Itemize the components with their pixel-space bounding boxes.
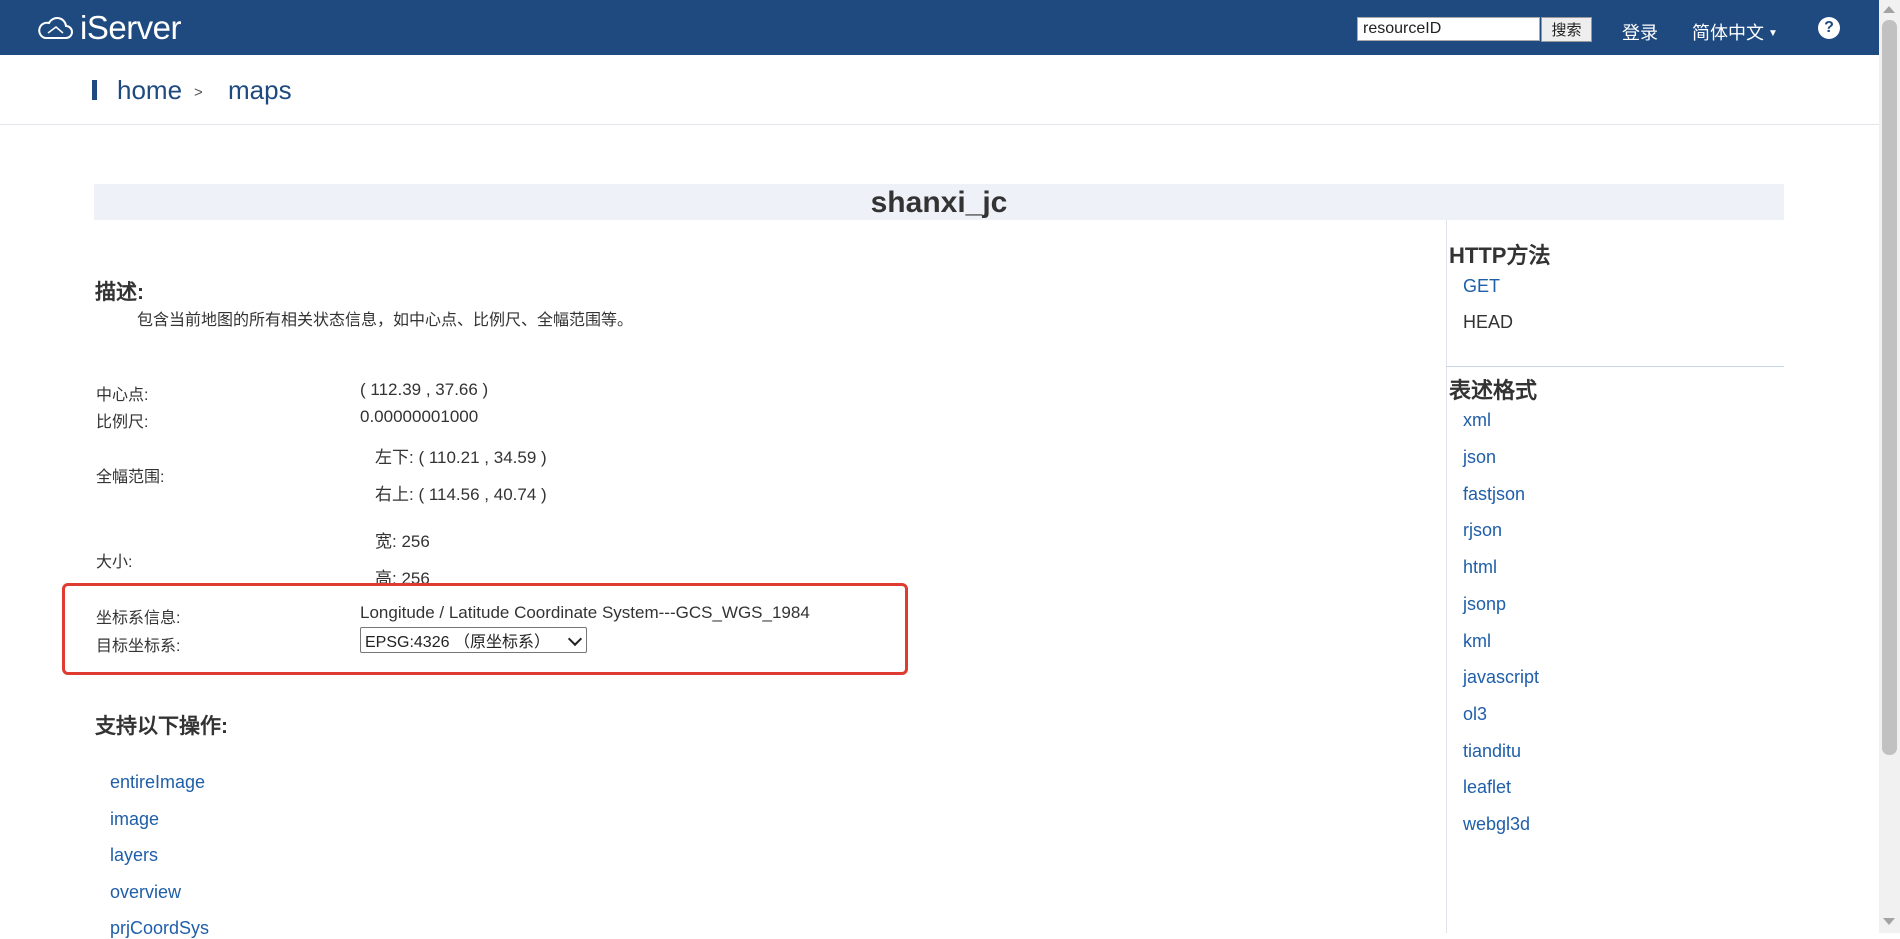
format-link-kml[interactable]: kml xyxy=(1463,631,1491,652)
center-label: 中心点: xyxy=(96,387,149,404)
format-link-javascript[interactable]: javascript xyxy=(1463,667,1539,688)
format-link-json[interactable]: json xyxy=(1463,447,1496,468)
formats-heading: 表述格式 xyxy=(1449,378,1538,403)
description-heading: 描述: xyxy=(95,281,144,304)
sidebar-divider xyxy=(1446,220,1447,933)
language-label: 简体中文 xyxy=(1692,23,1764,43)
http-methods-heading: HTTP方法 xyxy=(1449,243,1551,268)
bounds-upper-right: 右上: ( 114.56 , 40.74 ) xyxy=(375,485,547,504)
http-method-head: HEAD xyxy=(1463,312,1514,332)
breadcrumb-maps-link[interactable]: maps xyxy=(228,75,292,106)
operation-link-overview[interactable]: overview xyxy=(110,882,181,903)
scroll-up-arrow-icon[interactable] xyxy=(1883,6,1895,13)
description-text: 包含当前地图的所有相关状态信息，如中心点、比例尺、全幅范围等。 xyxy=(137,312,634,329)
help-icon[interactable]: ? xyxy=(1818,17,1840,39)
operation-link-entireimage[interactable]: entireImage xyxy=(110,772,205,793)
format-link-html[interactable]: html xyxy=(1463,557,1497,578)
operation-link-image[interactable]: image xyxy=(110,809,159,830)
caret-down-icon: ▼ xyxy=(1768,28,1778,39)
logo-text: iServer xyxy=(80,9,182,46)
format-link-leaflet[interactable]: leaflet xyxy=(1463,777,1511,798)
operations-heading: 支持以下操作: xyxy=(95,715,228,738)
search-input[interactable] xyxy=(1357,17,1540,41)
scale-value: 0.00000001000 xyxy=(360,407,479,426)
login-link[interactable]: 登录 xyxy=(1622,19,1658,45)
bounds-label: 全幅范围: xyxy=(96,469,165,486)
format-link-jsonp[interactable]: jsonp xyxy=(1463,594,1506,615)
format-link-fastjson[interactable]: fastjson xyxy=(1463,484,1525,505)
http-method-get-link[interactable]: GET xyxy=(1463,276,1500,297)
breadcrumb-marker xyxy=(92,80,97,100)
top-navigation-bar xyxy=(0,0,1879,55)
size-label: 大小: xyxy=(96,554,133,571)
breadcrumb-home-link[interactable]: home xyxy=(117,75,182,106)
bounds-lower-left: 左下: ( 110.21 , 34.59 ) xyxy=(375,448,547,467)
cloud-icon xyxy=(38,17,73,39)
scroll-down-arrow-icon[interactable] xyxy=(1883,918,1895,925)
operation-link-prjcoordsys[interactable]: prjCoordSys xyxy=(110,918,209,939)
format-link-rjson[interactable]: rjson xyxy=(1463,520,1502,541)
operation-link-layers[interactable]: layers xyxy=(110,845,158,866)
format-link-ol3[interactable]: ol3 xyxy=(1463,704,1487,725)
size-width: 宽: 256 xyxy=(375,532,430,551)
breadcrumb-separator: > xyxy=(194,84,203,101)
format-link-xml[interactable]: xml xyxy=(1463,410,1491,431)
format-link-tianditu[interactable]: tianditu xyxy=(1463,741,1521,762)
page-title: shanxi_jc xyxy=(870,186,1008,219)
scrollbar-thumb[interactable] xyxy=(1882,20,1897,755)
language-dropdown[interactable]: 简体中文 ▼ xyxy=(1692,19,1778,45)
center-value: ( 112.39 , 37.66 ) xyxy=(360,380,489,399)
iserver-logo[interactable]: iServer xyxy=(36,8,182,48)
sidebar-separator xyxy=(1446,366,1784,367)
search-button[interactable]: 搜索 xyxy=(1541,17,1592,42)
scale-label: 比例尺: xyxy=(96,414,149,431)
format-link-webgl3d[interactable]: webgl3d xyxy=(1463,814,1530,835)
highlight-annotation-box xyxy=(62,583,908,675)
